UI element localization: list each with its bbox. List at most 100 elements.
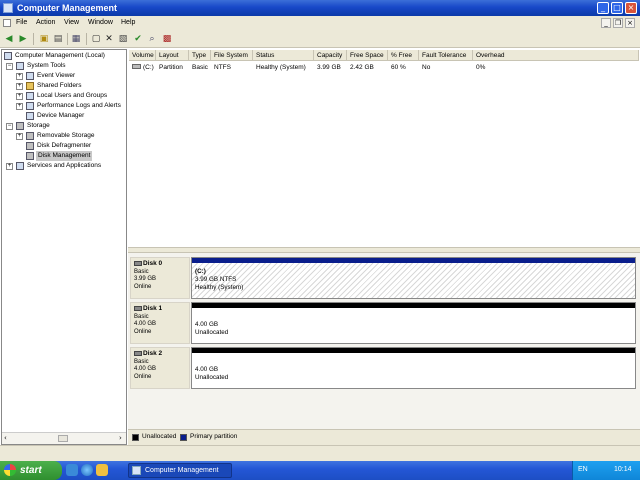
delete-icon[interactable]: ✕ (103, 33, 115, 45)
close-button[interactable]: × (625, 2, 637, 14)
menu-help[interactable]: Help (121, 19, 135, 26)
menu-file[interactable]: File (16, 19, 27, 26)
cell-file-system: NTFS (214, 64, 231, 71)
menu-view[interactable]: View (64, 19, 79, 26)
legend-unallocated: Unallocated (142, 433, 177, 440)
computer-management-icon (132, 466, 141, 475)
tools-icon (16, 62, 24, 70)
back-icon[interactable]: ◀ (3, 33, 15, 45)
search-icon[interactable]: ⌕ (146, 33, 158, 45)
computer-management-app-icon[interactable] (3, 3, 13, 13)
disk-icon (134, 350, 142, 356)
column-header-status[interactable]: Status (253, 50, 314, 61)
disk-2-label[interactable]: Disk 2 Basic 4.00 GB Online (130, 347, 190, 389)
disk-2-unallocated-region[interactable]: 4.00 GB Unallocated (191, 347, 636, 389)
column-header-volume[interactable]: Volume (129, 50, 156, 61)
collapse-icon[interactable]: − (6, 123, 13, 130)
shared-folder-icon (26, 82, 34, 90)
toolbar-separator (33, 33, 34, 45)
maximize-button[interactable]: □ (611, 2, 623, 14)
show-hide-tree-icon[interactable]: ▤ (52, 33, 64, 45)
column-header-free-space[interactable]: Free Space (347, 50, 388, 61)
child-close-button[interactable]: × (625, 18, 635, 28)
disk-0-partition-c[interactable]: (C:) 3.99 GB NTFS Healthy (System) (191, 257, 636, 299)
column-header-type[interactable]: Type (189, 50, 211, 61)
expand-icon[interactable]: + (6, 163, 13, 170)
disk-icon (134, 305, 142, 311)
cell-volume: (C:) (129, 63, 154, 73)
menu-bar: File Action View Window Help _ ❐ × (0, 16, 640, 30)
disk-1-unallocated-region[interactable]: 4.00 GB Unallocated (191, 302, 636, 344)
computer-icon (4, 52, 12, 60)
storage-icon (16, 122, 24, 130)
clock[interactable]: 10:14 (614, 466, 632, 473)
expand-icon[interactable]: + (16, 103, 23, 110)
users-icon (26, 92, 34, 100)
column-header-overhead[interactable]: Overhead (473, 50, 639, 61)
extra-icon[interactable]: ▩ (161, 33, 173, 45)
primary-partition-bar (192, 258, 635, 263)
internet-explorer-icon[interactable] (81, 464, 93, 476)
expand-icon[interactable]: + (16, 133, 23, 140)
event-viewer-icon (26, 72, 34, 80)
column-header-percent-free[interactable]: % Free (388, 50, 419, 61)
performance-icon (26, 102, 34, 110)
status-bar (0, 445, 640, 461)
up-folder-icon[interactable]: ▣ (38, 33, 50, 45)
cell-status: Healthy (System) (256, 64, 306, 71)
collapse-icon[interactable]: − (6, 63, 13, 70)
taskbar-button-computer-management[interactable]: Computer Management (128, 463, 232, 478)
language-indicator[interactable]: EN (578, 466, 588, 473)
child-restore-button[interactable]: ❐ (613, 18, 623, 28)
column-header-layout[interactable]: Layout (156, 50, 189, 61)
explorer-icon[interactable] (96, 464, 108, 476)
windows-logo-icon (4, 464, 16, 476)
removable-storage-icon (26, 132, 34, 140)
minimize-button[interactable]: _ (597, 2, 609, 14)
child-window-icon[interactable] (3, 19, 11, 27)
defragmenter-icon (26, 142, 34, 150)
disk-management-icon (26, 152, 34, 160)
console-tree[interactable]: Computer Management (Local) − System Too… (1, 49, 127, 445)
cell-free-space: 2.42 GB (350, 64, 374, 71)
help-icon[interactable]: ▧ (117, 33, 129, 45)
cell-overhead: 0% (476, 64, 486, 71)
disk-0-label[interactable]: Disk 0 Basic 3.99 GB Online (130, 257, 190, 299)
device-manager-icon (26, 112, 34, 120)
show-desktop-icon[interactable] (66, 464, 78, 476)
unallocated-bar (192, 303, 635, 308)
expand-icon[interactable]: + (16, 83, 23, 90)
properties-icon[interactable]: ▦ (70, 33, 82, 45)
unallocated-swatch (132, 434, 139, 441)
toolbar-separator (86, 33, 87, 45)
check-icon[interactable]: ✔ (132, 33, 144, 45)
column-header-capacity[interactable]: Capacity (314, 50, 347, 61)
expand-icon[interactable]: + (16, 93, 23, 100)
tree-horizontal-scrollbar[interactable]: ‹ › (2, 432, 126, 444)
unallocated-bar (192, 348, 635, 353)
scroll-left-icon[interactable]: ‹ (4, 434, 7, 442)
child-minimize-button[interactable]: _ (601, 18, 611, 28)
export-list-icon[interactable]: ▢ (90, 33, 102, 45)
title-bar[interactable]: Computer Management _ □ × (0, 0, 640, 16)
disk-1-label[interactable]: Disk 1 Basic 4.00 GB Online (130, 302, 190, 344)
column-header-file-system[interactable]: File System (211, 50, 253, 61)
toolbar: ◀ ▶ ▣ ▤ ▦ ▢ ✕ ▧ ✔ ⌕ ▩ (0, 30, 640, 48)
legend: Unallocated Primary partition (128, 429, 640, 445)
column-header-fault-tolerance[interactable]: Fault Tolerance (419, 50, 473, 61)
menu-window[interactable]: Window (88, 19, 113, 26)
expand-icon[interactable]: + (16, 73, 23, 80)
forward-icon[interactable]: ▶ (17, 33, 29, 45)
menu-action[interactable]: Action (36, 19, 55, 26)
toolbar-separator (67, 33, 68, 45)
services-icon (16, 162, 24, 170)
scroll-right-icon[interactable]: › (119, 434, 122, 442)
volume-list[interactable]: Volume Layout Type File System Status Ca… (128, 49, 640, 247)
cell-percent-free: 60 % (391, 64, 406, 71)
volume-icon (132, 64, 141, 69)
disk-graphical-view: Disk 0 Basic 3.99 GB Online (C:) 3.99 GB… (128, 253, 640, 429)
primary-partition-swatch (180, 434, 187, 441)
scroll-thumb[interactable] (58, 435, 68, 442)
window-title: Computer Management (17, 3, 118, 13)
cell-fault-tolerance: No (422, 64, 431, 71)
